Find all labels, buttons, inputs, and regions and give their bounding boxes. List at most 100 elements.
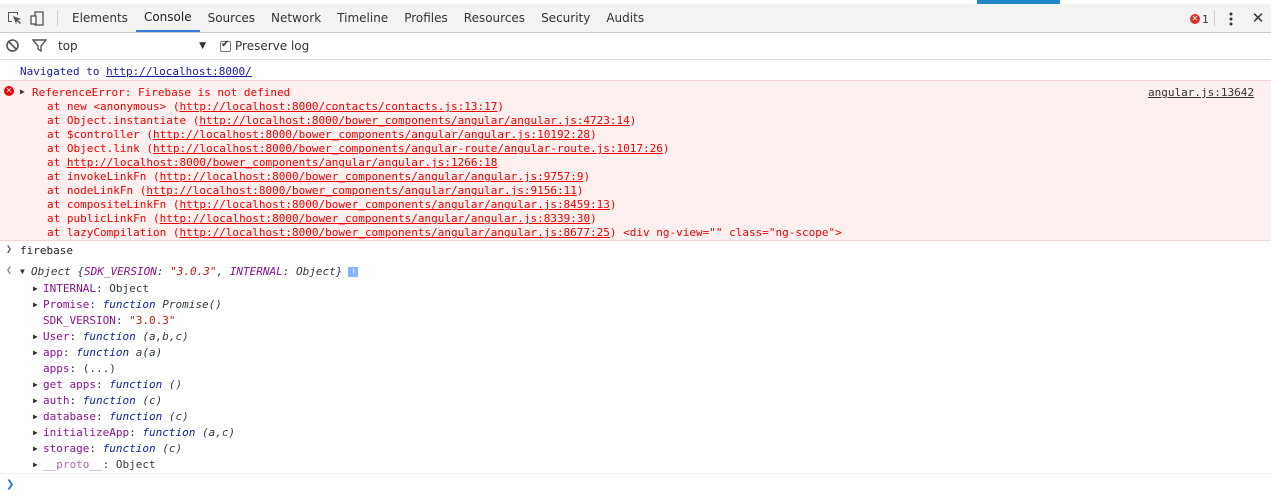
stack-frame-text: )	[583, 170, 591, 183]
expand-triangle-icon[interactable]: ▶	[33, 300, 38, 309]
expand-triangle-icon[interactable]: ▶	[33, 284, 38, 293]
tab-console[interactable]: Console	[135, 4, 200, 32]
property-keyword: function	[82, 330, 136, 343]
error-count: 1	[1202, 12, 1209, 26]
error-source-link[interactable]: angular.js:13642	[1148, 86, 1254, 99]
expand-triangle-icon[interactable]: ▶	[33, 348, 38, 357]
chevron-down-icon: ▼	[199, 41, 206, 51]
context-select[interactable]: top ▼	[52, 37, 210, 55]
summary-value: "3.0.3"	[170, 265, 217, 278]
error-text: ReferenceError: Firebase is not defined	[32, 86, 291, 99]
inspect-element-icon[interactable]	[6, 10, 23, 27]
info-icon[interactable]: i	[348, 267, 359, 277]
property-key: database	[43, 410, 96, 423]
stack-frame: at invokeLinkFn (http://localhost:8000/b…	[47, 170, 590, 183]
tab-resources[interactable]: Resources	[456, 4, 533, 32]
stack-frame-link[interactable]: http://localhost:8000/bower_components/a…	[160, 212, 590, 225]
property-key: SDK_VERSION	[43, 314, 116, 327]
stack-frame: at http://localhost:8000/bower_component…	[47, 156, 497, 169]
property-key: INTERNAL	[43, 282, 96, 295]
navigated-url-link[interactable]: http://localhost:8000/	[106, 65, 252, 78]
error-icon: ✕	[1190, 14, 1200, 24]
navigation-message: Navigated to http://localhost:8000/	[20, 65, 252, 78]
stack-frame-link[interactable]: http://localhost:8000/bower_components/a…	[179, 198, 609, 211]
navigated-prefix: Navigated to	[20, 65, 100, 78]
window-accent-bar	[977, 0, 1060, 4]
tab-security[interactable]: Security	[533, 4, 598, 32]
property-separator: :	[95, 410, 110, 423]
panel-tabs: Elements Console Sources Network Timelin…	[64, 4, 652, 32]
stack-frame-link[interactable]: http://localhost:8000/bower_components/a…	[199, 114, 629, 127]
stack-frame-text: ) <div ng-view="" class="ng-scope">	[609, 226, 842, 239]
tab-sources[interactable]: Sources	[200, 4, 263, 32]
checkbox-checked-icon	[220, 39, 231, 52]
property-value: (c)	[168, 410, 189, 423]
error-icon: ✕	[4, 86, 14, 96]
close-icon[interactable]: ✕	[1250, 10, 1266, 26]
clear-console-icon[interactable]	[5, 38, 22, 55]
expand-triangle-icon[interactable]: ▶	[33, 460, 38, 469]
expand-triangle-icon[interactable]: ▶	[33, 428, 38, 437]
tab-profiles[interactable]: Profiles	[396, 4, 456, 32]
stack-frame-text: )	[590, 128, 597, 141]
stack-frame: at publicLinkFn (http://localhost:8000/b…	[47, 212, 597, 225]
property-value: ()	[168, 378, 183, 391]
property-key: Promise	[43, 298, 90, 311]
expand-triangle-icon[interactable]: ▶	[33, 396, 38, 405]
property-value: (...)	[82, 362, 116, 375]
property-keyword: function	[109, 410, 163, 423]
tab-audits[interactable]: Audits	[598, 4, 652, 32]
tab-elements[interactable]: Elements	[64, 4, 136, 32]
more-options-icon[interactable]	[1224, 11, 1238, 27]
property-separator: :	[129, 426, 143, 439]
property-key: app	[43, 346, 63, 359]
stack-frame: at Object.link (http://localhost:8000/bo…	[47, 142, 670, 155]
expand-triangle-icon[interactable]: ▶	[33, 444, 38, 453]
summary-key: SDK_VERSION	[84, 265, 157, 278]
preserve-log-checkbox[interactable]: Preserve log	[220, 39, 309, 53]
property-separator: :	[69, 394, 83, 407]
stack-frame-link[interactable]: http://localhost:8000/bower_components/a…	[67, 156, 497, 169]
filter-icon[interactable]	[31, 38, 49, 55]
stack-frame-link[interactable]: http://localhost:8000/bower_components/a…	[146, 184, 576, 197]
expand-triangle-icon[interactable]: ▶	[33, 412, 38, 421]
property-separator: :	[115, 314, 130, 327]
property-keyword: function	[109, 378, 163, 391]
stack-frame-text: )	[662, 142, 670, 155]
stack-frame-link[interactable]: http://localhost:8000/bower_components/a…	[153, 128, 590, 141]
property-key: auth	[43, 394, 70, 407]
stack-frame-text: at new <anonymous> (	[47, 100, 180, 113]
property-separator: :	[95, 282, 110, 295]
collapse-triangle-icon[interactable]: ▼	[20, 267, 25, 276]
console-input[interactable]: ❯	[0, 473, 1271, 499]
stack-frame: at Object.instantiate (http://localhost:…	[47, 114, 636, 127]
stack-frame-text: at	[47, 156, 67, 169]
stack-frame-text: at compositeLinkFn (	[47, 198, 180, 211]
error-counter[interactable]: ✕ 1	[1190, 11, 1209, 27]
stack-frame-link[interactable]: http://localhost:8000/contacts/contacts.…	[179, 100, 497, 113]
property-keyword: function	[82, 394, 136, 407]
property-value: (c)	[142, 394, 163, 407]
expand-triangle-icon[interactable]: ▶	[33, 380, 38, 389]
result-prompt-icon: ❮	[6, 265, 13, 276]
stack-frame: at $controller (http://localhost:8000/bo…	[47, 128, 597, 141]
tab-timeline[interactable]: Timeline	[329, 4, 396, 32]
property-key: initializeApp	[43, 426, 130, 439]
property-keyword: function	[102, 442, 156, 455]
stack-frame-link[interactable]: http://localhost:8000/bower_components/a…	[153, 142, 663, 155]
property-separator: :	[89, 298, 103, 311]
result-summary[interactable]: Object {SDK_VERSION: "3.0.3", INTERNAL: …	[31, 265, 359, 278]
stack-frame-link[interactable]: http://localhost:8000/bower_components/a…	[179, 226, 609, 239]
expand-triangle-icon[interactable]: ▶	[33, 332, 38, 341]
stack-frame-text: at publicLinkFn (	[47, 212, 160, 225]
stack-frame-text: at invokeLinkFn (	[47, 170, 160, 183]
toolbar-divider	[1214, 10, 1215, 26]
summary-value: Object	[295, 265, 336, 278]
context-value: top	[58, 39, 78, 53]
stack-frame-link[interactable]: http://localhost:8000/bower_components/a…	[160, 170, 584, 183]
property-separator: :	[69, 330, 83, 343]
device-mode-icon[interactable]	[30, 10, 47, 27]
expand-triangle-icon[interactable]: ▶	[20, 87, 25, 96]
property-key: User	[43, 330, 70, 343]
tab-network[interactable]: Network	[263, 4, 329, 32]
